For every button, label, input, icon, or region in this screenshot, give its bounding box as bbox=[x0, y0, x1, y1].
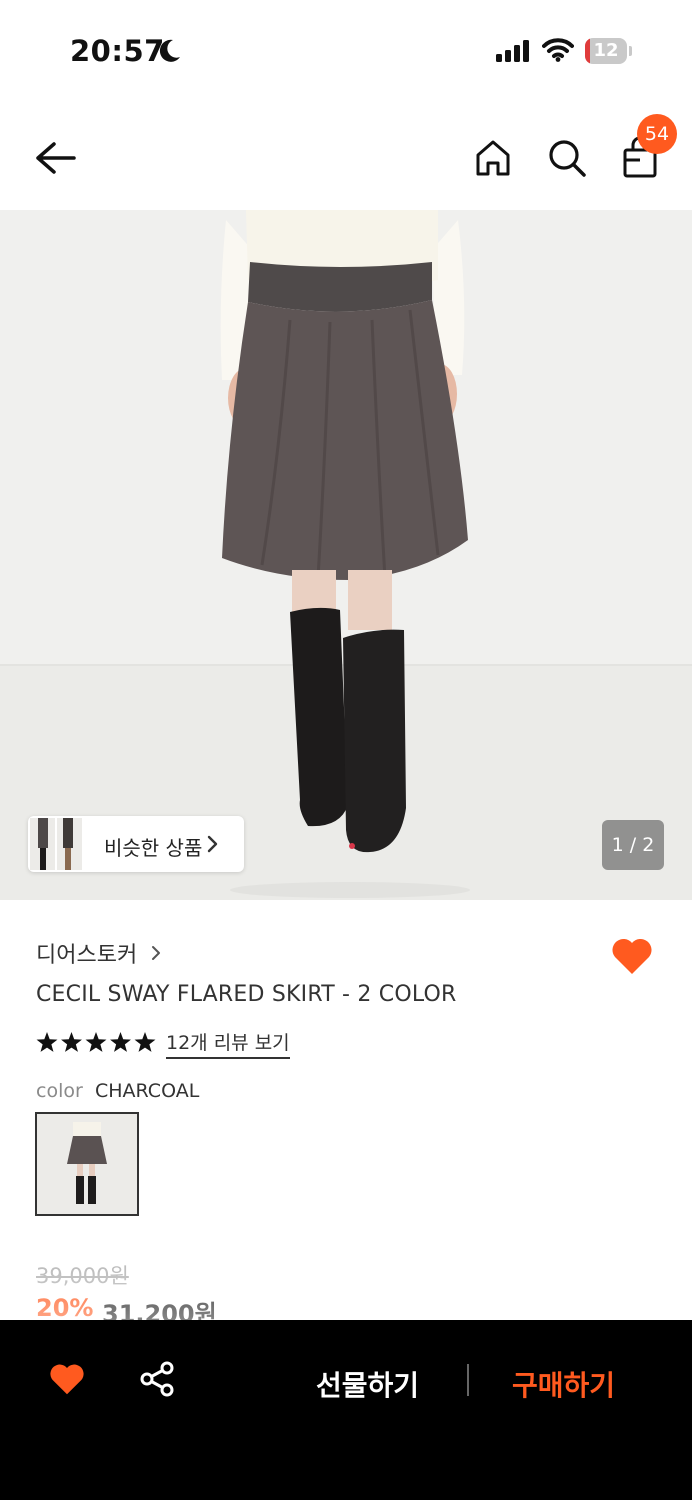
bottom-action-bar: 선물하기 구매하기 bbox=[0, 1320, 692, 1500]
discount-rate: 20% bbox=[36, 1294, 94, 1322]
brand-link[interactable]: 디어스토커 bbox=[36, 937, 137, 969]
cart-count-badge: 54 bbox=[637, 114, 677, 154]
brand-chevron-right-icon[interactable] bbox=[150, 944, 162, 966]
status-bar: 20:57 12 bbox=[0, 0, 692, 100]
color-option-label: color bbox=[36, 1080, 83, 1102]
action-divider bbox=[467, 1364, 469, 1396]
similar-products-label: 비슷한 상품 bbox=[104, 836, 203, 860]
status-time: 20:57 bbox=[70, 34, 165, 68]
star-icon bbox=[61, 1032, 82, 1052]
product-name: CECIL SWAY FLARED SKIRT - 2 COLOR bbox=[36, 982, 457, 1007]
buy-button[interactable]: 구매하기 bbox=[512, 1364, 615, 1404]
similar-products-thumbnail bbox=[30, 818, 82, 870]
share-icon[interactable] bbox=[138, 1360, 176, 1402]
chevron-right-icon bbox=[206, 834, 220, 858]
back-arrow-icon[interactable] bbox=[32, 138, 78, 182]
star-icon bbox=[36, 1032, 58, 1052]
battery-icon: 12 bbox=[585, 38, 632, 64]
search-icon[interactable] bbox=[547, 138, 587, 182]
star-icon bbox=[110, 1032, 131, 1052]
color-swatch-charcoal[interactable] bbox=[35, 1112, 139, 1216]
star-icon bbox=[134, 1032, 156, 1052]
wishlist-heart-icon[interactable] bbox=[610, 936, 654, 980]
gift-button[interactable]: 선물하기 bbox=[316, 1364, 419, 1404]
wifi-icon bbox=[542, 38, 574, 66]
view-reviews-link[interactable]: 12개 리뷰 보기 bbox=[166, 1028, 290, 1059]
product-main-image[interactable] bbox=[0, 210, 692, 900]
top-navigation bbox=[0, 110, 692, 206]
moon-icon bbox=[156, 38, 182, 68]
similar-products-button[interactable]: 비슷한 상품 bbox=[28, 816, 244, 872]
image-page-indicator: 1 / 2 bbox=[602, 820, 664, 870]
battery-level: 12 bbox=[593, 40, 619, 61]
bottom-wishlist-heart-icon[interactable] bbox=[48, 1362, 86, 1400]
selected-color-value: CHARCOAL bbox=[95, 1080, 200, 1102]
original-price: 39,000원 bbox=[36, 1264, 129, 1288]
star-icon bbox=[85, 1032, 107, 1052]
cellular-signal-icon bbox=[496, 40, 532, 66]
home-icon[interactable] bbox=[474, 138, 512, 182]
rating-stars bbox=[36, 1031, 158, 1059]
